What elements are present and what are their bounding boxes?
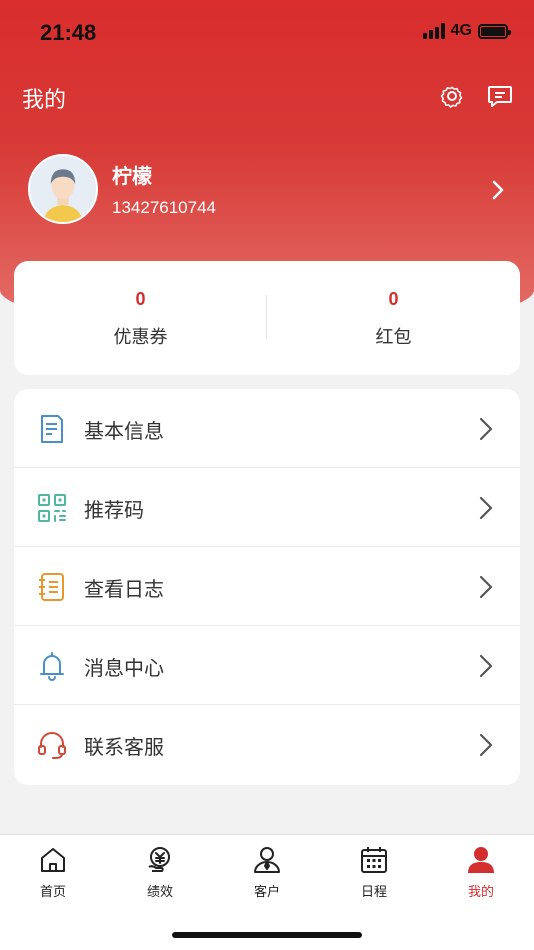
menu-label: 查看日志: [84, 577, 164, 601]
menu-label: 消息中心: [84, 656, 164, 680]
status-indicators: 4G: [422, 22, 511, 40]
stats-card: 0 优惠券 0 红包: [14, 261, 520, 375]
profile-row[interactable]: 柠檬 13427610744: [28, 154, 508, 226]
menu-list: 基本信息 推荐码 查看日志 消息中心 联系客服: [14, 389, 520, 785]
tab-label: 客户: [253, 885, 280, 900]
user-name: 柠檬: [112, 164, 152, 188]
page-title: 我的: [22, 88, 67, 113]
coupon-count: 0: [135, 289, 146, 309]
menu-label: 联系客服: [84, 735, 164, 759]
red-packet-label: 红包: [375, 327, 412, 348]
tab-label: 首页: [39, 885, 66, 900]
tab-mine[interactable]: 我的: [428, 845, 534, 905]
tab-label: 绩效: [146, 885, 173, 900]
document-icon: [41, 415, 63, 443]
chevron-right-icon: [479, 417, 493, 441]
red-packet-stat[interactable]: 0 红包: [267, 261, 520, 375]
menu-item-referral-code[interactable]: 推荐码: [14, 468, 520, 547]
coupon-label: 优惠券: [113, 327, 168, 348]
menu-item-view-log[interactable]: 查看日志: [14, 547, 520, 626]
tab-schedule[interactable]: 日程: [321, 845, 427, 905]
customer-icon: [254, 847, 280, 873]
gear-icon[interactable]: [438, 82, 466, 110]
menu-item-basic-info[interactable]: 基本信息: [14, 389, 520, 468]
coupon-stat[interactable]: 0 优惠券: [14, 261, 267, 375]
menu-item-customer-service[interactable]: 联系客服: [14, 705, 520, 784]
chevron-right-icon: [479, 733, 493, 757]
menu-label: 推荐码: [84, 498, 144, 522]
menu-label: 基本信息: [84, 419, 164, 443]
tab-label: 日程: [360, 885, 387, 900]
avatar[interactable]: [28, 154, 98, 224]
headset-icon: [38, 732, 66, 759]
performance-icon: [148, 847, 170, 872]
tab-label: 我的: [467, 885, 494, 900]
user-icon: [468, 847, 494, 873]
qr-code-icon: [38, 494, 66, 522]
network-type: 4G: [450, 22, 472, 39]
chevron-right-icon: [492, 180, 504, 200]
user-phone: 13427610744: [112, 198, 217, 217]
chevron-right-icon: [479, 496, 493, 520]
bell-icon: [40, 652, 64, 681]
tab-performance[interactable]: 绩效: [107, 845, 213, 905]
chevron-right-icon: [479, 654, 493, 678]
home-icon: [41, 848, 65, 872]
chevron-right-icon: [479, 575, 493, 599]
red-packet-count: 0: [388, 289, 399, 309]
status-time: 21:48: [40, 20, 97, 45]
tab-home[interactable]: 首页: [0, 845, 106, 905]
menu-item-message-center[interactable]: 消息中心: [14, 626, 520, 705]
tab-customer[interactable]: 客户: [214, 845, 320, 905]
status-bar: 21:48 4G: [0, 0, 534, 66]
battery-icon: [478, 23, 511, 39]
log-book-icon: [39, 573, 64, 601]
home-indicator: [172, 932, 362, 938]
chat-icon[interactable]: [486, 82, 514, 110]
calendar-icon: [361, 847, 387, 873]
signal-icon: [422, 23, 445, 39]
